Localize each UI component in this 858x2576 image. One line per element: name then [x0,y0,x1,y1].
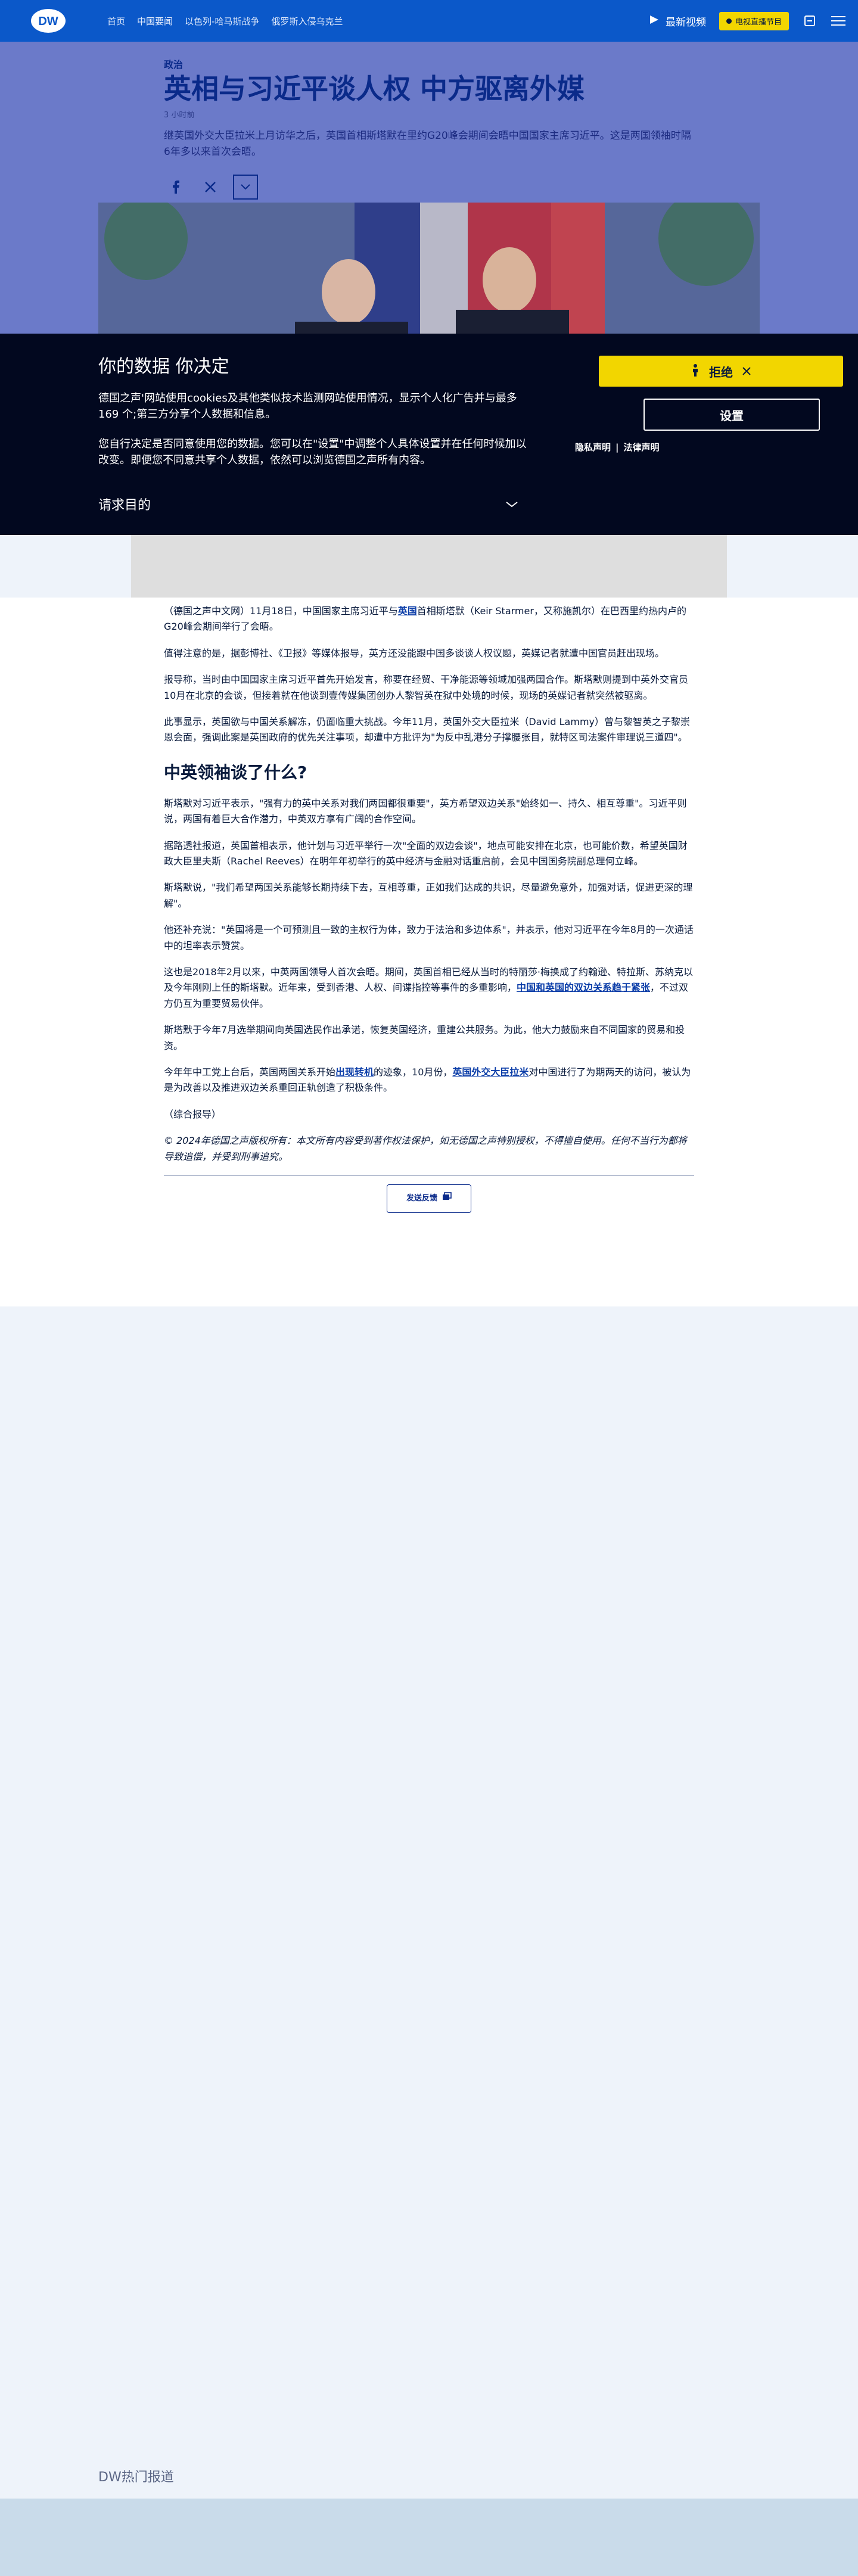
paragraph: 斯塔默对习近平表示，"强有力的英中关系对我们两国都很重要"，英方希望双边关系"始… [164,797,687,825]
footer-band [0,2499,858,2576]
latest-video-label: 最新视频 [665,16,706,29]
paragraph: 据路透社报道，英国首相表示，他计划与习近平举行一次"全面的双边会谈"，地点可能安… [164,839,688,867]
paragraph: 今年年中工党上台后，英国两国关系开始出现转机的迹象，10月份，英国外交大臣拉米对… [164,1066,691,1094]
menu-icon[interactable] [831,13,846,29]
live-dot-icon [726,18,732,24]
article-source: （综合报导） [164,1108,222,1120]
share-bar [164,175,694,200]
article-body: （德国之声中文网）11月18日，中国国家主席习近平与英国首相斯塔默（Keir S… [0,598,858,1306]
person-icon [691,363,700,379]
consent-links: 隐私声明 | 法律声明 [575,441,660,453]
uk-link[interactable]: 英国 [398,605,417,617]
paragraph: 此事显示，英国欲与中国关系解冻，仍面临重大挑战。今年11月，英国外交大臣拉米（D… [164,715,691,743]
nav-israel-hamas-war[interactable]: 以色列-哈马斯战争 [185,15,259,27]
paragraph: 报导称，当时由中国国家主席习近平首先开始发言，称要在经贸、干净能源等领域加强两国… [164,674,689,701]
chevron-down-icon[interactable] [233,175,258,200]
copyright-notice: © 2024年德国之声版权所有：本文所有内容受到著作权法保护，如无德国之声特别授… [164,1135,687,1162]
external-window-icon [442,1192,452,1205]
consent-purposes-toggle[interactable]: 请求目的 [98,494,518,514]
paragraph: 这也是2018年2月以来，中英两国领导人首次会晤。期间，英国首相已经从当时的特丽… [164,966,693,1009]
article-lead: 继英国外交大臣拉米上月访华之后，英国首相斯塔默在里约G20峰会期间会晤中国国家主… [164,129,691,158]
latest-video-link[interactable]: 最新视频 [649,14,706,29]
article-content: （德国之声中文网）11月18日，中国国家主席习近平与英国首相斯塔默（Keir S… [164,603,694,1213]
top-navigation-bar: DW 首页 中国要闻 以色列-哈马斯战争 俄罗斯入侵乌克兰 最新视频 电视直播节… [0,0,858,42]
close-icon [742,364,751,378]
nav-home[interactable]: 首页 [107,15,125,27]
article-title: 英相与习近平谈人权 中方驱离外媒 [164,73,585,105]
lammy-link[interactable]: 英国外交大臣拉米 [452,1066,529,1078]
paragraph: 斯塔默于今年7月选举期间向英国选民作出承诺，恢复英国经济，重建公共服务。为此，他… [164,1024,685,1051]
nav-china-news[interactable]: 中国要闻 [137,15,173,27]
main-nav: 首页 中国要闻 以色列-哈马斯战争 俄罗斯入侵乌克兰 [107,0,343,42]
article-header: 政治 英相与习近平谈人权 中方驱离外媒 3 小时前 继英国外交大臣拉米上月访华之… [164,57,694,200]
divider [164,1175,694,1176]
settings-button[interactable]: 设置 [644,399,820,431]
consent-actions: 拒绝 设置 [599,356,843,431]
reject-button[interactable]: 拒绝 [599,356,843,387]
article-time: 3 小时前 [164,110,195,120]
svg-text:DW: DW [38,15,58,28]
paragraph: 斯塔默说，"我们希望两国关系能够长期持续下去，互相尊重，正如我们达成的共识，尽量… [164,882,693,909]
reject-label: 拒绝 [709,365,733,379]
live-label: 电视直播节目 [735,17,782,27]
facebook-icon[interactable] [164,175,188,199]
consent-title: 你的数据 你决定 [98,356,229,377]
link-separator: | [615,442,619,453]
dw-logo[interactable]: DW [30,8,67,34]
paragraph: 他还补充说："英国将是一个可预测且一致的主权行为体，致力于法治和多边体系"，并表… [164,924,694,951]
dw-top-stories-heading: DW热门报道 [98,2470,174,2485]
paragraph: （德国之声中文网）11月18日，中国国家主席习近平与英国首相斯塔默（Keir S… [164,605,686,633]
china-uk-relations-link[interactable]: 中国和英国的双边关系趋于紧张 [517,982,650,993]
article-category[interactable]: 政治 [164,57,694,71]
purposes-label: 请求目的 [98,498,151,513]
consent-text-2: 您自行决定是否同意使用您的数据。您可以在"设置"中调整个人具体设置并在任何时候加… [98,438,527,466]
feedback-button[interactable]: 发送反馈 [387,1184,471,1213]
feedback-label: 发送反馈 [406,1194,437,1203]
nav-russia-ukraine[interactable]: 俄罗斯入侵乌克兰 [271,15,343,27]
section-heading: 中英领袖谈了什么? [164,762,307,782]
paragraph: 值得注意的是，据彭博社、《卫报》等媒体报导，英方还没能跟中国多谈谈人权议题，英媒… [164,647,665,659]
play-icon [649,15,660,27]
image-caption-placeholder [131,535,727,598]
x-icon[interactable] [198,175,222,199]
consent-text-1: 德国之声'网站使用cookies及其他类似技术监测网站使用情况，显示个人化广告并… [98,392,517,421]
chevron-down-icon [505,497,518,512]
live-tv-button[interactable]: 电视直播节目 [719,11,789,30]
language-icon[interactable] [802,13,817,29]
header-actions: 最新视频 电视直播节目 [649,0,846,42]
cookie-consent-banner: 你的数据 你决定 德国之声'网站使用cookies及其他类似技术监测网站使用情况… [0,334,858,535]
article-hero: 政治 英相与习近平谈人权 中方驱离外媒 3 小时前 继英国外交大臣拉米上月访华之… [0,42,858,375]
legal-link[interactable]: 法律声明 [624,442,660,453]
turnaround-link[interactable]: 出现转机 [335,1066,374,1078]
privacy-link[interactable]: 隐私声明 [575,442,611,453]
